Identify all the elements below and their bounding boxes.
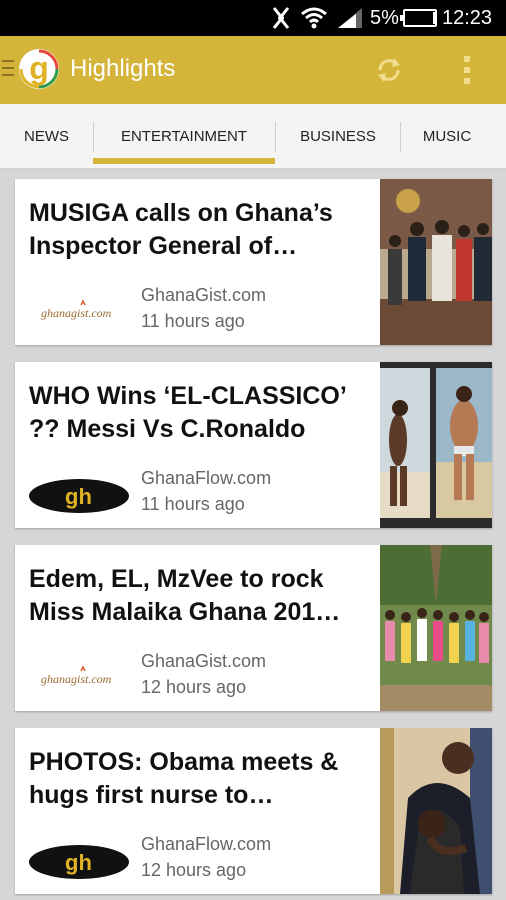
article-title[interactable]: PHOTOS: Obama meets & hugs first nurse t… (29, 746, 369, 812)
article-thumbnail[interactable] (380, 728, 492, 894)
tab-music[interactable]: MUSIC (401, 104, 493, 168)
battery-icon (400, 0, 438, 36)
app-logo[interactable]: g (19, 49, 59, 89)
source-logo-text: gh (65, 484, 92, 509)
source-name: GhanaFlow.com (141, 468, 272, 488)
logo-letter: g (29, 50, 49, 86)
clock: 12:23 (442, 6, 493, 29)
article-card[interactable]: Edem, EL, MzVee to rock Miss Malaika Gha… (15, 545, 492, 711)
timestamp: 11 hours ago (141, 311, 245, 331)
refresh-icon[interactable] (374, 55, 404, 85)
source-logo-text: ghanagist.com (41, 306, 112, 320)
page-title: Highlights (70, 55, 176, 82)
article-title[interactable]: MUSIGA calls on Ghana’s Inspector Genera… (29, 197, 369, 263)
wifi-icon (300, 0, 328, 36)
ghanaflow-logo: gh (29, 474, 131, 514)
battery-percent: 5% (370, 6, 399, 29)
article-thumbnail[interactable] (380, 545, 492, 711)
ghanagist-logo: ghanagist.com (29, 657, 131, 697)
timestamp: 12 hours ago (141, 677, 247, 697)
article-card[interactable]: WHO Wins ‘EL-CLASSICO’ ?? Messi Vs C.Ron… (15, 362, 492, 528)
signal-icon (336, 0, 364, 36)
article-title[interactable]: Edem, EL, MzVee to rock Miss Malaika Gha… (29, 563, 369, 629)
tab-business[interactable]: BUSINESS (276, 104, 400, 168)
overflow-menu-icon[interactable] (460, 55, 474, 85)
timestamp: 12 hours ago (141, 860, 247, 880)
ghanaflow-logo: gh (29, 840, 131, 880)
status-bar: 5% 12:23 (0, 0, 506, 36)
source-name: GhanaGist.com (141, 651, 267, 671)
source-name: GhanaGist.com (141, 285, 267, 305)
selected-tab-indicator (93, 158, 275, 164)
article-title[interactable]: WHO Wins ‘EL-CLASSICO’ ?? Messi Vs C.Ron… (29, 380, 369, 446)
tab-news[interactable]: NEWS (0, 104, 93, 168)
ghanagist-logo: ghanagist.com (29, 291, 131, 331)
article-card[interactable]: PHOTOS: Obama meets & hugs first nurse t… (15, 728, 492, 894)
article-card[interactable]: MUSIGA calls on Ghana’s Inspector Genera… (15, 179, 492, 345)
article-thumbnail[interactable] (380, 179, 492, 345)
article-thumbnail[interactable] (380, 362, 492, 528)
drawer-icon[interactable] (2, 60, 14, 80)
source-name: GhanaFlow.com (141, 834, 272, 854)
mute-icon (270, 0, 292, 36)
source-logo-text: gh (65, 850, 92, 875)
timestamp: 11 hours ago (141, 494, 245, 514)
source-logo-text: ghanagist.com (41, 672, 112, 686)
